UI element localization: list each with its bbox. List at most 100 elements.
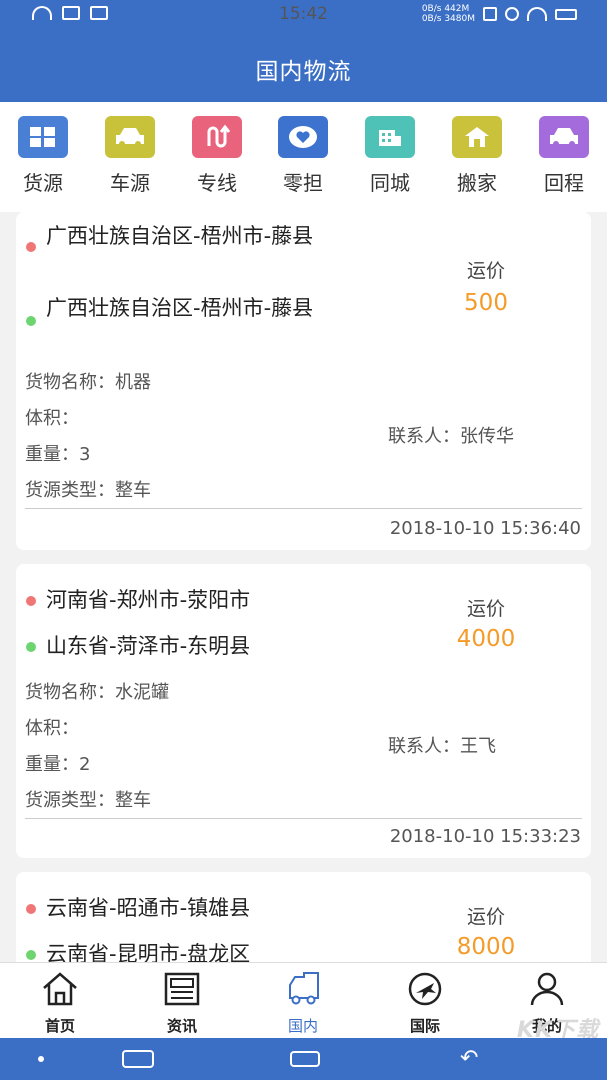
price-value: 4000 <box>456 626 516 652</box>
nav-dot-icon[interactable] <box>38 1056 44 1062</box>
cargo-name-value: 水泥罐 <box>115 682 169 703</box>
home-button-icon[interactable] <box>290 1051 320 1067</box>
tab-label: 资讯 <box>166 1017 197 1035</box>
mute-icon <box>483 7 497 21</box>
origin-dot-icon <box>26 596 36 606</box>
category-ltl[interactable]: 零担 <box>268 116 338 196</box>
post-time: 2018-10-10 15:36:40 <box>389 518 581 539</box>
category-cargo[interactable]: 货源 <box>8 116 78 196</box>
page-title: 国内物流 <box>255 59 352 85</box>
cargo-name-label: 货物名称： <box>25 682 115 703</box>
user-icon <box>528 971 566 1007</box>
weight-label: 重量： <box>25 754 79 775</box>
category-label: 同城 <box>370 171 410 195</box>
destination-dot-icon <box>26 642 36 652</box>
route-to: 云南省-昆明市-盘龙区 <box>26 940 316 962</box>
cargo-type-label: 货源类型： <box>25 790 115 811</box>
route-to-text: 山东省-菏泽市-东明县 <box>46 634 251 658</box>
weight: 重量：3 <box>25 440 90 466</box>
net-speed: 0B/s 442M 0B/s 3480M <box>422 4 475 24</box>
cargo-type-label: 货源类型： <box>25 480 115 501</box>
post-time: 2018-10-10 15:33:23 <box>389 826 581 847</box>
card-divider <box>25 818 582 819</box>
weight-value: 3 <box>79 444 91 465</box>
tab-label: 国际 <box>409 1017 440 1035</box>
category-local[interactable]: 同城 <box>355 116 425 196</box>
truck-icon <box>284 971 322 1007</box>
recent-apps-icon[interactable] <box>122 1050 154 1068</box>
contact-label: 联系人： <box>388 426 460 447</box>
route-to: 广西壮族自治区-梧州市-藤县 <box>26 294 316 326</box>
cargo-type-value: 整车 <box>115 790 151 811</box>
plane-icon <box>406 971 444 1007</box>
contact-label: 联系人： <box>388 736 460 757</box>
tab-home[interactable]: 首页 <box>20 971 100 1036</box>
category-label: 搬家 <box>457 171 497 195</box>
boxes-icon <box>18 116 68 158</box>
origin-dot-icon <box>26 242 36 252</box>
volume-label: 体积： <box>25 408 79 429</box>
category-line[interactable]: 专线 <box>182 116 252 196</box>
cargo-name-value: 机器 <box>115 372 151 393</box>
category-moving[interactable]: 搬家 <box>442 116 512 196</box>
route-from: 河南省-郑州市-荥阳市 <box>26 586 316 614</box>
battery-icon <box>555 8 577 20</box>
category-label: 专线 <box>197 171 237 195</box>
cargo-type-value: 整车 <box>115 480 151 501</box>
mem-bottom: 3480M <box>444 14 475 24</box>
price-label: 运价 <box>466 598 505 620</box>
volume: 体积： <box>25 714 79 740</box>
volume: 体积： <box>25 404 79 430</box>
contact-value: 张传华 <box>460 426 514 447</box>
tab-news[interactable]: 资讯 <box>142 971 222 1036</box>
moving-icon <box>452 116 502 158</box>
news-icon <box>163 971 201 1007</box>
cargo-type: 货源类型：整车 <box>25 786 151 812</box>
category-label: 回程 <box>544 171 584 195</box>
contact: 联系人：张传华 <box>388 422 514 448</box>
listing-card[interactable]: 河南省-郑州市-荥阳市 山东省-菏泽市-东明县 运价 4000 货物名称：水泥罐… <box>16 564 591 858</box>
heart-box-icon <box>278 116 328 158</box>
weight-value: 2 <box>79 754 91 775</box>
destination-dot-icon <box>26 316 36 326</box>
route-icon <box>192 116 242 158</box>
route-from-text: 广西壮族自治区-梧州市-藤县 <box>46 224 314 248</box>
destination-dot-icon <box>26 950 36 960</box>
contact: 联系人：王飞 <box>388 732 496 758</box>
category-return[interactable]: 回程 <box>529 116 599 196</box>
cargo-name: 货物名称：水泥罐 <box>25 678 169 704</box>
route-to: 山东省-菏泽市-东明县 <box>26 632 316 660</box>
city-icon <box>365 116 415 158</box>
app-header: 国内物流 <box>0 30 607 102</box>
category-vehicle[interactable]: 车源 <box>95 116 165 196</box>
cargo-name-label: 货物名称： <box>25 372 115 393</box>
tab-label: 首页 <box>44 1017 75 1035</box>
route-to-text: 云南省-昆明市-盘龙区 <box>46 942 251 962</box>
net-speed-up: 0B/s <box>421 4 442 14</box>
tab-label: 国内 <box>287 1017 318 1035</box>
origin-dot-icon <box>26 904 36 914</box>
net-speed-down: 0B/s <box>421 14 442 24</box>
route-to-text: 广西壮族自治区-梧州市-藤县 <box>46 296 314 320</box>
category-label: 车源 <box>110 171 150 195</box>
status-bar: 15:42 0B/s 442M 0B/s 3480M <box>0 0 607 30</box>
weight: 重量：2 <box>25 750 90 776</box>
volume-label: 体积： <box>25 718 79 739</box>
system-nav-bar: ↶ <box>0 1038 607 1080</box>
tab-domestic[interactable]: 国内 <box>263 971 343 1036</box>
cargo-name: 货物名称：机器 <box>25 368 151 394</box>
back-icon[interactable]: ↶ <box>460 1046 478 1071</box>
category-grid: 货源 车源 专线 零担 同城 搬家 回程 <box>0 102 607 212</box>
listing-list[interactable]: 广西壮族自治区-梧州市-藤县 广西壮族自治区-梧州市-藤县 运价 500 货物名… <box>0 212 607 962</box>
card-divider <box>25 508 582 509</box>
route-from-text: 云南省-昭通市-镇雄县 <box>46 896 251 920</box>
listing-card[interactable]: 广西壮族自治区-梧州市-藤县 广西壮族自治区-梧州市-藤县 运价 500 货物名… <box>16 212 591 550</box>
route-from: 云南省-昭通市-镇雄县 <box>26 894 316 922</box>
price-label: 运价 <box>466 906 505 928</box>
home-icon <box>41 971 79 1007</box>
tab-international[interactable]: 国际 <box>385 971 465 1036</box>
listing-card[interactable]: 云南省-昭通市-镇雄县 云南省-昆明市-盘龙区 运价 8000 <box>16 872 591 962</box>
category-label: 货源 <box>23 171 63 195</box>
return-car-icon <box>539 116 589 158</box>
alarm-icon <box>505 7 519 21</box>
